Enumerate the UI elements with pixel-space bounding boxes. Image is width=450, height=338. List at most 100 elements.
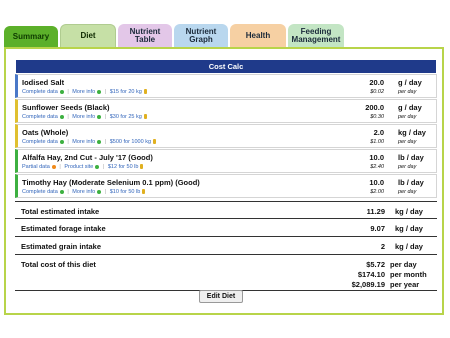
complete-data-icon bbox=[59, 114, 64, 119]
ingredient-row: Oats (Whole) Complete data | More info |… bbox=[15, 124, 437, 148]
ingredient-row: Alfalfa Hay, 2nd Cut - July '17 (Good) P… bbox=[15, 149, 437, 173]
ingredient-links: Complete data | More info | $30 for 25 k… bbox=[22, 114, 149, 120]
cost-per-day: $5.72 bbox=[366, 260, 385, 269]
forage-intake-value: 9.07 bbox=[370, 224, 385, 233]
ingredient-cost: $0.02 bbox=[370, 89, 384, 95]
ingredient-qty-unit: lb / day bbox=[398, 153, 424, 162]
total-cost-label: Total cost of this diet bbox=[21, 260, 96, 269]
ingredient-links: Complete data | More info | $10 for 50 l… bbox=[22, 189, 147, 195]
ingredient-cost: $1.00 bbox=[370, 139, 384, 145]
forage-intake-unit: kg / day bbox=[395, 224, 423, 233]
ingredient-qty-unit: lb / day bbox=[398, 178, 424, 187]
tab-nutrient-table[interactable]: Nutrient Table bbox=[118, 24, 172, 48]
ingredient-cost-unit: per day bbox=[398, 189, 417, 195]
grain-intake-value: 2 bbox=[380, 242, 385, 251]
product-site-link[interactable]: Product site bbox=[64, 164, 93, 170]
dollar-icon bbox=[143, 114, 147, 120]
total-intake-value: 11.29 bbox=[366, 207, 385, 216]
price-link[interactable]: $10 for 50 lb bbox=[110, 189, 141, 195]
diet-panel: Cost Calc Iodised Salt Complete data | M… bbox=[4, 47, 444, 315]
separator: | bbox=[67, 139, 69, 145]
ingredient-qty: 2.0 bbox=[373, 128, 384, 137]
price-link[interactable]: $30 for 25 kg bbox=[110, 114, 142, 120]
forage-intake-row: Estimated forage intake 9.07 kg / day bbox=[15, 219, 437, 237]
tab-health[interactable]: Health bbox=[230, 24, 286, 48]
grain-intake-unit: kg / day bbox=[395, 242, 423, 251]
dollar-icon bbox=[153, 139, 157, 145]
separator: | bbox=[104, 189, 107, 195]
ingredient-links: Complete data | More info | $500 for 100… bbox=[22, 139, 158, 145]
cost-per-year: $2,089.19 bbox=[351, 280, 385, 289]
separator: | bbox=[59, 164, 61, 170]
ingredient-cost: $2.40 bbox=[370, 164, 384, 170]
separator: | bbox=[67, 189, 69, 195]
separator: | bbox=[102, 164, 105, 170]
ingredient-qty-unit: g / day bbox=[398, 78, 422, 87]
total-cost-values: $5.72 $174.10 $2,089.19 bbox=[352, 260, 385, 290]
separator: | bbox=[67, 89, 69, 95]
tab-summary[interactable]: Summary bbox=[4, 26, 58, 48]
ingredient-name: Sunflower Seeds (Black) bbox=[22, 103, 110, 112]
total-cost-units: per day per month per year bbox=[390, 260, 427, 290]
ingredient-cost-unit: per day bbox=[398, 89, 417, 95]
ingredient-cost-unit: per day bbox=[398, 114, 417, 120]
ingredient-qty: 20.0 bbox=[369, 78, 384, 87]
ingredient-qty: 200.0 bbox=[365, 103, 384, 112]
data-link[interactable]: Complete data bbox=[22, 139, 58, 145]
grain-intake-row: Estimated grain intake 2 kg / day bbox=[15, 237, 437, 255]
edit-diet-button[interactable]: Edit Diet bbox=[199, 290, 243, 303]
total-intake-row: Total estimated intake 11.29 kg / day bbox=[15, 201, 437, 219]
info-link[interactable]: More info bbox=[72, 139, 95, 145]
tab-diet[interactable]: Diet bbox=[60, 24, 116, 48]
cost-calc-header: Cost Calc bbox=[16, 60, 436, 73]
data-link[interactable]: Complete data bbox=[22, 89, 58, 95]
cost-per-month-unit: per month bbox=[390, 270, 427, 279]
ingredient-name: Oats (Whole) bbox=[22, 128, 69, 137]
forage-intake-label: Estimated forage intake bbox=[21, 224, 106, 233]
separator: | bbox=[67, 114, 69, 120]
cost-per-year-unit: per year bbox=[390, 280, 420, 289]
data-link[interactable]: Partial data bbox=[22, 164, 50, 170]
grain-intake-label: Estimated grain intake bbox=[21, 242, 102, 251]
price-link[interactable]: $15 for 20 kg bbox=[110, 89, 142, 95]
price-link[interactable]: $12 for 50 lb bbox=[108, 164, 139, 170]
info-icon bbox=[97, 89, 102, 94]
tab-bar: Summary Diet Nutrient Table Nutrient Gra… bbox=[4, 24, 450, 48]
ingredient-links: Partial data | Product site | $12 for 50… bbox=[22, 164, 145, 170]
ingredient-cost-unit: per day bbox=[398, 139, 417, 145]
cost-per-day-unit: per day bbox=[390, 260, 417, 269]
info-link[interactable]: More info bbox=[72, 89, 95, 95]
dollar-icon bbox=[142, 189, 146, 195]
totals-table: Total estimated intake 11.29 kg / day Es… bbox=[15, 201, 437, 291]
tab-feeding-management[interactable]: Feeding Management bbox=[288, 24, 344, 48]
ingredient-cost: $0.30 bbox=[370, 114, 384, 120]
ingredient-qty: 10.0 bbox=[369, 178, 384, 187]
data-link[interactable]: Complete data bbox=[22, 189, 58, 195]
complete-data-icon bbox=[59, 189, 64, 194]
total-intake-label: Total estimated intake bbox=[21, 207, 100, 216]
ingredient-cost-unit: per day bbox=[398, 164, 417, 170]
info-icon bbox=[95, 164, 100, 169]
dollar-icon bbox=[140, 164, 144, 170]
info-link[interactable]: More info bbox=[72, 189, 95, 195]
ingredient-row: Timothy Hay (Moderate Selenium 0.1 ppm) … bbox=[15, 174, 437, 198]
ingredient-name: Timothy Hay (Moderate Selenium 0.1 ppm) … bbox=[22, 178, 200, 187]
ingredient-list: Iodised Salt Complete data | More info |… bbox=[15, 74, 437, 199]
separator: | bbox=[104, 114, 107, 120]
total-intake-unit: kg / day bbox=[395, 207, 423, 216]
ingredient-qty: 10.0 bbox=[369, 153, 384, 162]
info-link[interactable]: More info bbox=[72, 114, 95, 120]
ingredient-row: Iodised Salt Complete data | More info |… bbox=[15, 74, 437, 98]
info-icon bbox=[97, 139, 102, 144]
price-link[interactable]: $500 for 1000 kg bbox=[110, 139, 151, 145]
ingredient-links: Complete data | More info | $15 for 20 k… bbox=[22, 89, 149, 95]
ingredient-qty-unit: kg / day bbox=[398, 128, 426, 137]
info-icon bbox=[97, 114, 102, 119]
cost-per-month: $174.10 bbox=[357, 270, 385, 279]
dollar-icon bbox=[143, 89, 147, 95]
tab-nutrient-graph[interactable]: Nutrient Graph bbox=[174, 24, 228, 48]
ingredient-name: Alfalfa Hay, 2nd Cut - July '17 (Good) bbox=[22, 153, 153, 162]
ingredient-row: Sunflower Seeds (Black) Complete data | … bbox=[15, 99, 437, 123]
ingredient-cost: $2.00 bbox=[370, 189, 384, 195]
data-link[interactable]: Complete data bbox=[22, 114, 58, 120]
